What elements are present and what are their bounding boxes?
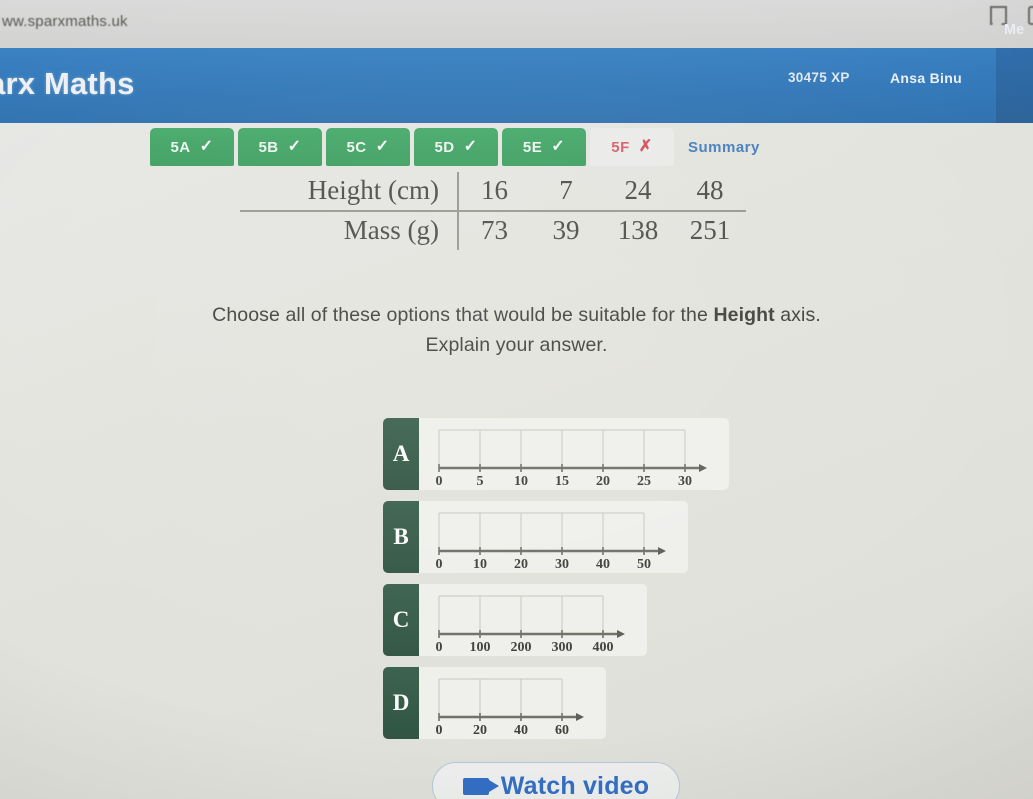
axis-tick-label: 5 <box>477 474 484 486</box>
tab-5e-label: 5E <box>522 138 543 156</box>
axis-tick-label: 0 <box>436 723 443 735</box>
check-icon: ✓ <box>199 138 214 155</box>
table-cell: 48 <box>674 172 746 212</box>
table-cell: 24 <box>602 172 674 212</box>
axis-tick-label: 20 <box>514 557 528 569</box>
tab-5c[interactable]: 5C ✓ <box>326 128 410 166</box>
axis-tick-label: 300 <box>552 640 573 652</box>
table-row-label-height: Height (cm) <box>240 172 459 212</box>
answer-option-c[interactable]: C 0 100 200 300 400 <box>0 584 1033 656</box>
table-cell: 138 <box>617 215 659 245</box>
table-cell: 39 <box>552 215 580 245</box>
table-row-label-mass: Mass (g) <box>240 211 459 250</box>
user-name[interactable]: Ansa Binu <box>890 70 962 86</box>
check-icon: ✓ <box>551 138 566 155</box>
answer-option-d[interactable]: D 0 20 40 60 <box>0 667 1033 739</box>
table-row: Mass (g) 73 39 138 251 <box>240 211 746 250</box>
data-table: Height (cm) 16 7 24 48 Mass (g) 73 39 13… <box>240 172 790 250</box>
tab-5d-label: 5D <box>434 138 455 156</box>
answer-option-a[interactable]: A 0 5 10 15 20 25 30 <box>0 418 1033 490</box>
tab-summary-label: Summary <box>688 138 760 156</box>
answer-options-list: A 0 5 10 15 20 25 30 B 0 10 20 30 40 50 C 0 100 200 300 400 D… <box>0 418 1033 750</box>
tab-5b-label: 5B <box>258 138 279 156</box>
table-row: Height (cm) 16 7 24 48 <box>240 172 746 212</box>
screen: ww.sparxmaths.uk arx Maths 30475 XP Ansa… <box>0 0 1033 799</box>
option-axis-card[interactable]: 0 5 10 15 20 25 30 <box>419 418 729 490</box>
table-cell: 16 <box>458 172 530 212</box>
axis-tick-label: 0 <box>436 640 443 652</box>
axis-tick-label: 30 <box>678 474 692 486</box>
check-icon: ✓ <box>287 138 302 155</box>
axis-tick-label: 10 <box>473 557 487 569</box>
axis-tick-label: 200 <box>511 640 532 652</box>
axis-tick-label: 20 <box>473 723 487 735</box>
table-cell: 251 <box>689 215 731 245</box>
option-letter-badge: B <box>383 501 419 573</box>
question-line-1: Choose all of these options that would b… <box>0 300 1033 330</box>
axis-tick-label: 10 <box>514 474 528 486</box>
tab-5f-label: 5F <box>611 138 630 156</box>
axis-tick-label: 40 <box>514 723 528 735</box>
question-line-2: Explain your answer. <box>425 334 608 357</box>
watch-video-button[interactable]: Watch video <box>432 762 680 799</box>
axis-tick-label: 0 <box>436 557 443 569</box>
menu-button-label: Me <box>1004 22 1025 38</box>
axis-tick-label: 25 <box>637 474 651 486</box>
app-header: arx Maths 30475 XP Ansa Binu <box>0 48 1033 123</box>
xp-counter: 30475 XP <box>788 70 850 85</box>
option-axis-card[interactable]: 0 10 20 30 40 50 <box>419 501 688 573</box>
question-tab-strip: 5A ✓ 5B ✓ 5C ✓ 5D ✓ 5E ✓ 5F ✗ Summary <box>150 128 770 166</box>
number-line-d: 0 20 40 60 <box>436 678 584 735</box>
tab-5f[interactable]: 5F ✗ <box>590 128 674 166</box>
tab-summary[interactable]: Summary <box>678 128 770 166</box>
url-bar[interactable]: ww.sparxmaths.uk <box>2 13 128 30</box>
option-letter-badge: D <box>383 667 419 739</box>
check-icon: ✓ <box>375 138 390 155</box>
number-line-b: 0 10 20 30 40 50 <box>436 512 666 569</box>
tab-5e[interactable]: 5E ✓ <box>502 128 586 166</box>
axis-tick-label: 20 <box>596 474 610 486</box>
option-letter-badge: C <box>383 584 419 656</box>
tab-icon[interactable] <box>1028 6 1033 25</box>
table-cell: 73 <box>481 215 508 245</box>
axis-tick-label: 50 <box>637 557 651 569</box>
number-line-c: 0 100 200 300 400 <box>436 595 625 652</box>
check-icon: ✓ <box>463 138 478 155</box>
question-emphasis: Height <box>713 304 775 326</box>
number-line-a: 0 5 10 15 20 25 30 <box>436 429 707 486</box>
option-letter-badge: A <box>383 418 419 490</box>
axis-tick-label: 40 <box>596 557 610 569</box>
question-line1-post: axis. <box>774 304 821 326</box>
axis-tick-label: 100 <box>470 640 491 652</box>
tab-5d[interactable]: 5D ✓ <box>414 128 498 166</box>
axis-tick-label: 15 <box>555 474 569 486</box>
tab-5a[interactable]: 5A ✓ <box>150 128 234 166</box>
axis-tick-label: 400 <box>593 640 614 652</box>
tab-5c-label: 5C <box>346 138 367 156</box>
video-camera-icon <box>462 777 499 795</box>
menu-button[interactable] <box>996 48 1033 123</box>
app-logo-title: arx Maths <box>0 66 135 101</box>
browser-toolbar: ww.sparxmaths.uk <box>0 0 1033 48</box>
axis-tick-label: 0 <box>436 474 443 486</box>
question-text: Choose all of these options that would b… <box>0 300 1033 360</box>
axis-tick-label: 60 <box>555 723 569 735</box>
tab-5a-label: 5A <box>170 138 191 156</box>
table-cell: 7 <box>530 172 602 212</box>
answer-option-b[interactable]: B 0 10 20 30 40 50 <box>0 501 1033 573</box>
watch-video-label: Watch video <box>500 771 650 799</box>
question-line1-pre: Choose all of these options that would b… <box>212 304 714 326</box>
option-axis-card[interactable]: 0 100 200 300 400 <box>419 584 647 656</box>
option-axis-card[interactable]: 0 20 40 60 <box>419 667 606 739</box>
axis-tick-label: 30 <box>555 557 569 569</box>
cross-icon: ✗ <box>638 138 653 155</box>
tab-5b[interactable]: 5B ✓ <box>238 128 322 166</box>
